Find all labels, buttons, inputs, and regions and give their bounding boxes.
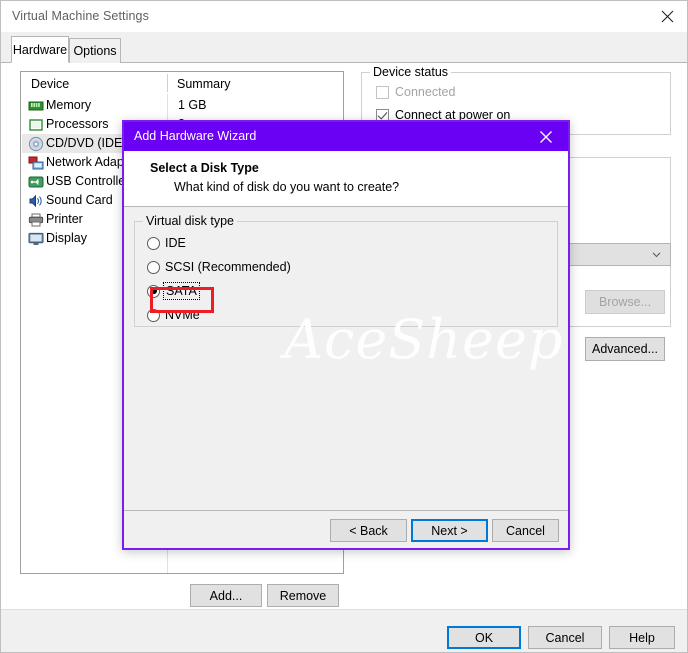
tabstrip: Hardware Options	[1, 32, 687, 63]
tab-hardware[interactable]: Hardware	[11, 36, 69, 63]
wizard-subheading: What kind of disk do you want to create?	[174, 180, 400, 194]
radio-circle	[147, 260, 160, 274]
wizard-heading: Select a Disk Type	[150, 161, 259, 175]
device-name: USB Controller	[46, 174, 130, 188]
ok-button[interactable]: OK	[447, 626, 521, 649]
ok-button-label: OK	[474, 630, 494, 645]
tab-hardware-label: Hardware	[12, 42, 68, 57]
memory-icon	[28, 98, 44, 114]
radio-circle	[147, 308, 160, 322]
device-name: CD/DVD (IDE)	[46, 136, 127, 150]
radio-option-scsi[interactable]: SCSI (Recommended)	[147, 260, 291, 274]
table-row[interactable]: Memory 1 GB	[22, 96, 343, 115]
browse-button[interactable]: Browse...	[585, 290, 665, 314]
close-icon	[540, 130, 552, 143]
chevron-down-icon	[652, 252, 661, 257]
help-button-label: Help	[629, 630, 655, 645]
add-device-button[interactable]: Add...	[190, 584, 262, 607]
cancel-button[interactable]: Cancel	[528, 626, 602, 649]
device-summary: 1 GB	[178, 98, 207, 112]
remove-device-button-label: Remove	[279, 588, 327, 603]
wizard-next-button-label: Next >	[431, 523, 468, 538]
browse-button-label: Browse...	[598, 295, 652, 309]
advanced-button-label: Advanced...	[591, 342, 658, 356]
radio-option-sata[interactable]: SATA	[147, 282, 200, 300]
wizard-back-button-label: < Back	[349, 523, 388, 538]
device-list-header: Device Summary	[21, 72, 343, 96]
advanced-button[interactable]: Advanced...	[585, 337, 665, 361]
wizard-cancel-button-label: Cancel	[506, 523, 545, 538]
checkbox-connected-label: Connected	[395, 85, 456, 99]
image-file-dropdown[interactable]	[556, 243, 671, 266]
device-name: Display	[46, 231, 87, 245]
device-name: Printer	[46, 212, 83, 226]
virtual-disk-type-group-label: Virtual disk type	[143, 214, 238, 228]
window-titlebar: Virtual Machine Settings	[1, 1, 687, 32]
display-icon	[28, 231, 44, 247]
cpu-icon	[28, 117, 44, 133]
disc-icon	[28, 136, 44, 152]
wizard-next-button[interactable]: Next >	[411, 519, 488, 542]
add-hardware-wizard-dialog: Add Hardware Wizard Select a Disk Type W…	[122, 120, 570, 550]
radio-option-scsi-label: SCSI (Recommended)	[165, 260, 291, 274]
wizard-content: Virtual disk type IDE SCSI (Recommended)…	[124, 208, 568, 510]
column-separator	[167, 74, 168, 92]
remove-device-button[interactable]: Remove	[267, 584, 339, 607]
checkbox-box	[376, 85, 389, 99]
usb-icon	[28, 174, 44, 190]
radio-option-ide-label: IDE	[165, 236, 186, 250]
radio-option-nvme-label: NVMe	[165, 308, 200, 322]
virtual-disk-type-group: Virtual disk type IDE SCSI (Recommended)…	[134, 214, 558, 327]
window-title: Virtual Machine Settings	[12, 9, 149, 23]
network-icon	[28, 155, 44, 171]
add-device-button-label: Add...	[209, 588, 243, 603]
speaker-icon	[28, 193, 44, 209]
tab-options-label: Options	[73, 44, 117, 58]
device-name: Processors	[46, 117, 109, 131]
radio-circle	[147, 236, 160, 250]
wizard-cancel-button[interactable]: Cancel	[492, 519, 559, 542]
close-window-button[interactable]	[645, 1, 687, 32]
cancel-button-label: Cancel	[545, 630, 585, 645]
wizard-header: Select a Disk Type What kind of disk do …	[124, 151, 568, 207]
tab-options[interactable]: Options	[69, 38, 121, 63]
help-button[interactable]: Help	[609, 626, 675, 649]
device-status-group-label: Device status	[370, 65, 452, 79]
radio-option-nvme[interactable]: NVMe	[147, 308, 200, 322]
wizard-title: Add Hardware Wizard	[134, 129, 257, 143]
wizard-titlebar: Add Hardware Wizard	[124, 122, 568, 151]
close-icon	[661, 10, 673, 23]
radio-circle	[147, 284, 160, 298]
device-name: Memory	[46, 98, 92, 112]
column-header-device: Device	[31, 77, 70, 91]
checkbox-connected[interactable]: Connected	[376, 85, 455, 99]
device-name: Sound Card	[46, 193, 113, 207]
radio-option-ide[interactable]: IDE	[147, 236, 186, 250]
wizard-back-button[interactable]: < Back	[330, 519, 407, 542]
screenshot-root: Virtual Machine Settings Hardware Option…	[0, 0, 688, 653]
radio-option-sata-label: SATA	[163, 282, 200, 300]
wizard-close-button[interactable]	[524, 122, 568, 151]
column-header-summary: Summary	[177, 77, 231, 91]
printer-icon	[28, 212, 44, 228]
